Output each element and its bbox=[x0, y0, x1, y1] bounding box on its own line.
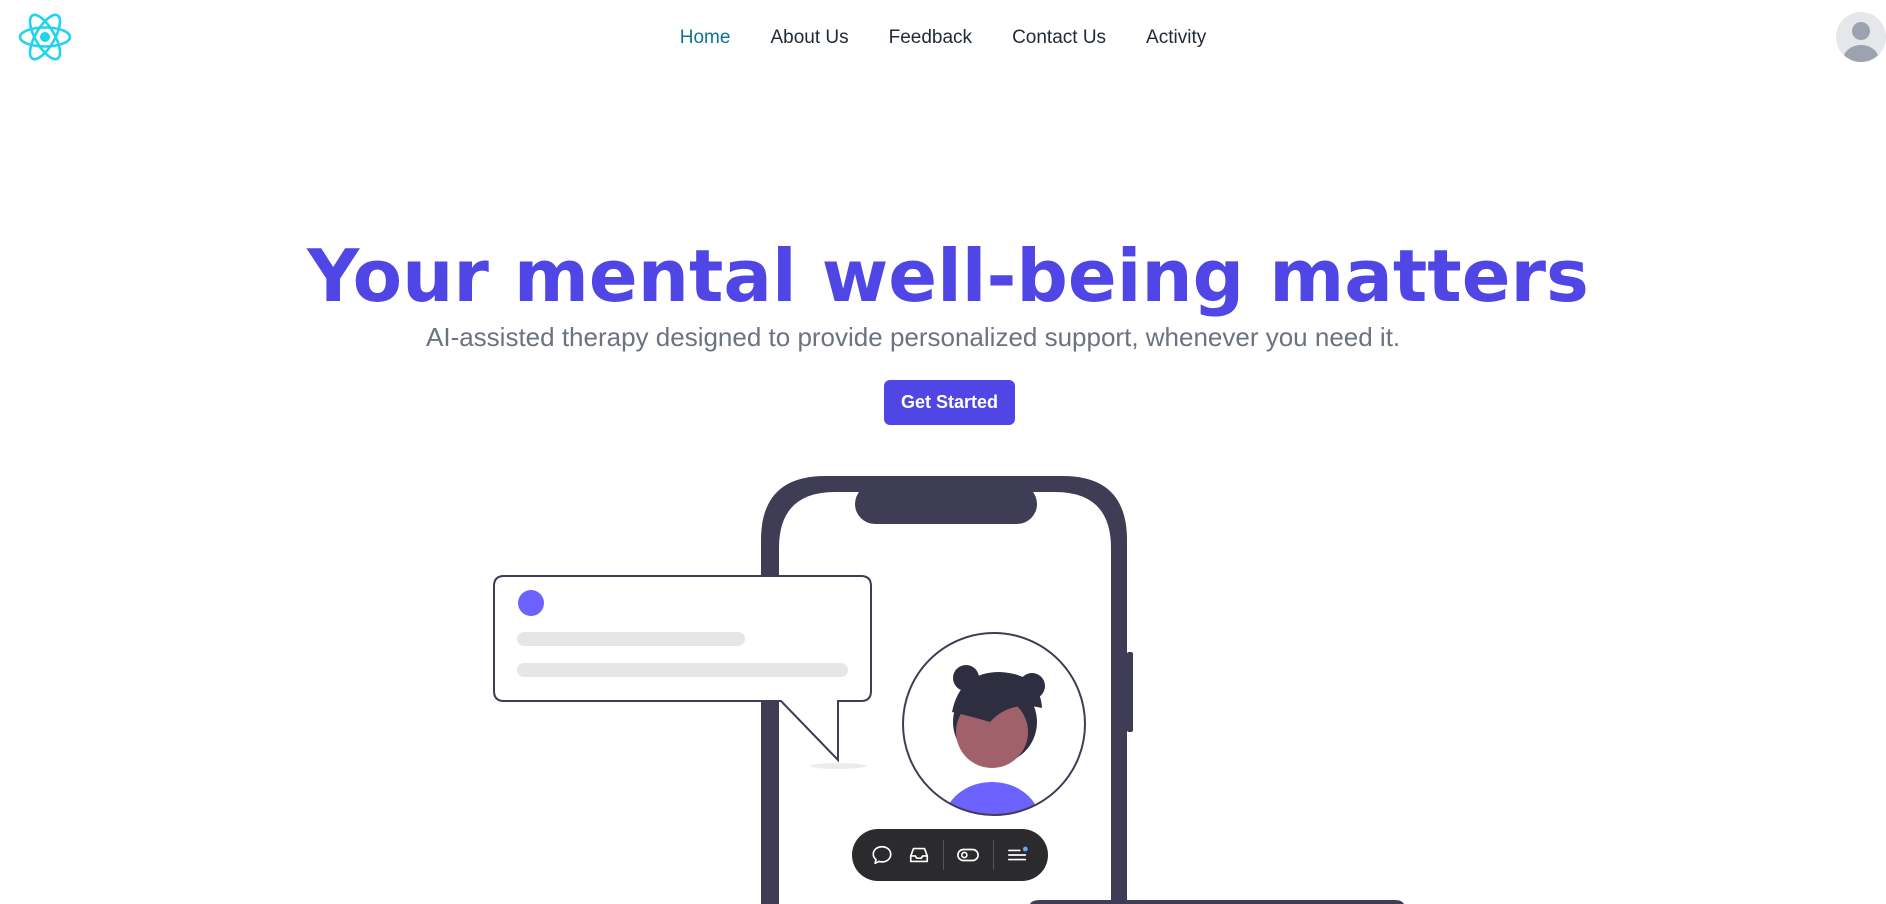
hero-title: Your mental well-being matters bbox=[307, 234, 1589, 318]
nav-activity[interactable]: Activity bbox=[1146, 27, 1206, 49]
toggle-icon[interactable] bbox=[950, 836, 987, 874]
therapy-illustration bbox=[493, 476, 1404, 904]
menu-notification-icon[interactable] bbox=[999, 836, 1036, 874]
user-avatar-icon[interactable] bbox=[1836, 12, 1886, 62]
get-started-button[interactable]: Get Started bbox=[884, 380, 1015, 425]
person-avatar-illustration bbox=[902, 632, 1086, 816]
toolbar-divider bbox=[943, 840, 944, 870]
nav-contact-us[interactable]: Contact Us bbox=[1012, 27, 1106, 49]
inbox-icon[interactable] bbox=[901, 836, 938, 874]
hero-subtitle: AI-assisted therapy designed to provide … bbox=[426, 322, 1401, 352]
nav-about-us[interactable]: About Us bbox=[770, 27, 848, 49]
toolbar-divider bbox=[992, 840, 994, 870]
nav-feedback[interactable]: Feedback bbox=[889, 27, 972, 49]
nav-home[interactable]: Home bbox=[680, 27, 731, 49]
landing-page: Home About Us Feedback Contact Us Activi… bbox=[0, 0, 1886, 904]
floating-toolbar bbox=[852, 829, 1048, 881]
chat-bubble-icon[interactable] bbox=[864, 836, 901, 874]
main-nav: Home About Us Feedback Contact Us Activi… bbox=[0, 0, 1886, 76]
chat-bubble-illustration bbox=[493, 575, 872, 769]
